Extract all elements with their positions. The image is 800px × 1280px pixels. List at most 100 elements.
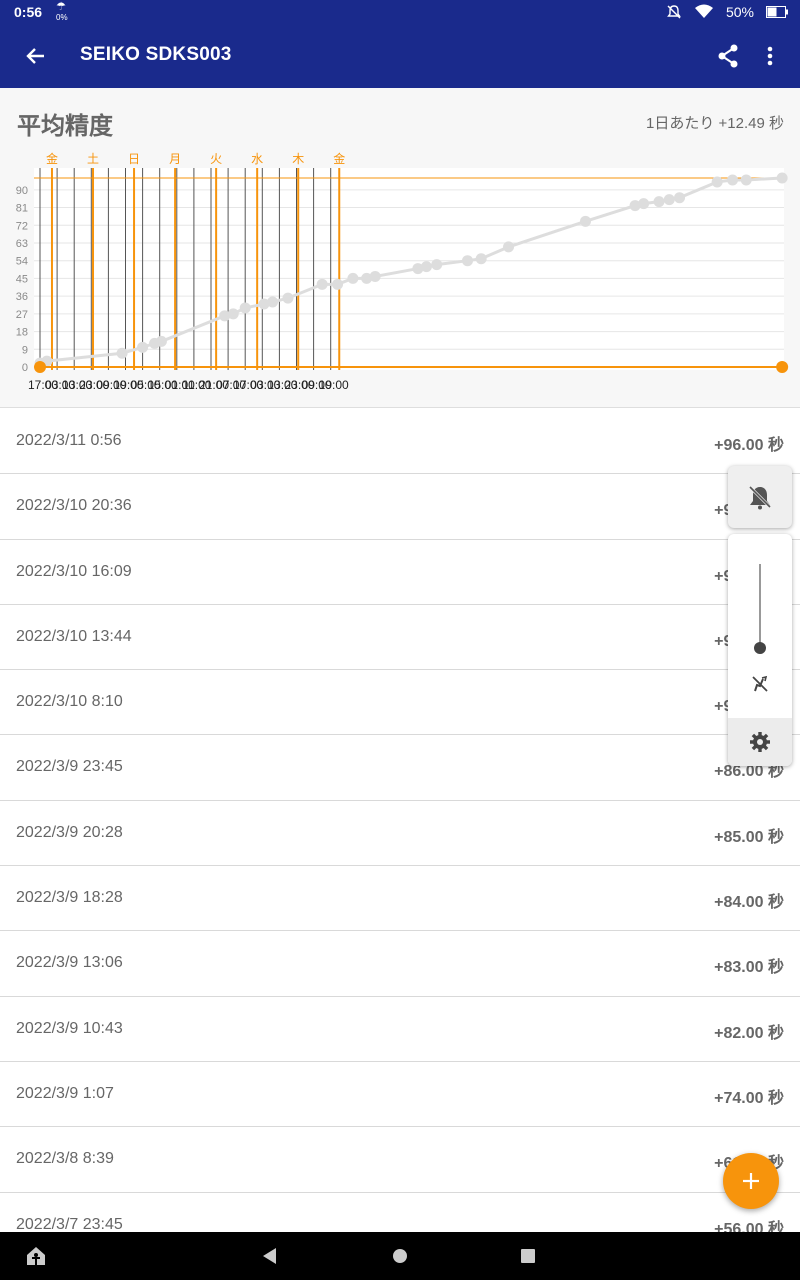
measurement-date: 2022/3/10 20:36 (16, 497, 132, 515)
measurement-deviation: +85.00 秒 (714, 828, 784, 846)
back-triangle-icon[interactable] (260, 1246, 280, 1266)
battery-percent: 50% (725, 4, 754, 20)
y-tick-label: 45 (16, 273, 28, 285)
data-point (579, 215, 591, 227)
volume-slider-track[interactable] (759, 564, 761, 648)
list-item[interactable]: 2022/3/10 13:44+94.00 秒 (0, 604, 800, 671)
data-point (137, 341, 149, 353)
measurement-date: 2022/3/10 8:10 (16, 693, 123, 711)
y-tick-label: 54 (16, 256, 28, 268)
volume-slider-thumb[interactable] (754, 642, 766, 654)
data-point (663, 194, 675, 206)
measurement-date: 2022/3/9 1:07 (16, 1084, 114, 1102)
data-point (369, 270, 381, 282)
more-options-button[interactable] (756, 40, 784, 72)
day-label: 火 (210, 152, 222, 166)
home-accessibility-icon[interactable] (24, 1244, 48, 1268)
day-label: 金 (333, 151, 345, 166)
data-point (674, 192, 686, 204)
y-tick-label: 27 (16, 309, 28, 321)
volume-slider-card (728, 534, 792, 766)
back-button[interactable] (20, 40, 52, 72)
add-measurement-button[interactable] (723, 1153, 779, 1209)
share-icon (718, 44, 738, 68)
day-label: 金 (46, 151, 58, 166)
mute-button[interactable] (728, 466, 792, 528)
measurement-date: 2022/3/9 13:06 (16, 954, 123, 972)
side-control-panel (728, 466, 792, 768)
accuracy-chart-panel: 0 9 18 27 36 45 54 63 72 81 90 17:00 03:00 13:00 23:00… (0, 88, 800, 408)
measurement-deviation: +82.00 秒 (714, 1024, 784, 1042)
data-point (239, 302, 251, 314)
y-tick-label: 72 (16, 220, 28, 232)
weather-precip: 0% (56, 13, 68, 22)
list-item[interactable]: 2022/3/9 23:45 +86.00 秒 (0, 735, 800, 801)
list-item[interactable]: 2022/3/10 8:10+94.00 秒 (0, 670, 800, 736)
y-tick-label: 63 (16, 238, 28, 250)
day-label: 木 (292, 152, 304, 166)
status-time: 0:56 (14, 4, 43, 20)
wifi-icon (694, 4, 713, 18)
daily-rate: 1日あたり +12.49 秒 (646, 115, 784, 132)
reference-end-point (776, 361, 789, 373)
measurement-date: 2022/3/9 10:43 (16, 1019, 123, 1037)
weather-icon: ☂ 0% (56, 2, 68, 23)
data-point (347, 272, 359, 284)
list-item[interactable]: 2022/3/9 20:28 +85.00 秒 (0, 800, 800, 867)
list-item[interactable]: 2022/3/10 16:09+95.00 秒 (0, 539, 800, 605)
measurement-date: 2022/3/10 16:09 (16, 562, 132, 580)
measurement-deviation: +84.00 秒 (714, 894, 784, 912)
data-point (776, 172, 788, 184)
data-point (332, 278, 344, 290)
data-point (727, 174, 739, 186)
measurement-list[interactable]: 2022/3/11 0:56 +96.00 秒 2022/3/10 20:36+95… (0, 409, 800, 1258)
data-point (740, 174, 752, 186)
status-indicators: 50% (666, 4, 788, 20)
accuracy-chart: 0918273645546372819017:0003:0013:0023:00… (16, 151, 789, 392)
recents-square-icon[interactable] (518, 1246, 538, 1266)
data-point (711, 176, 723, 188)
measurement-date: 2022/3/9 23:45 (16, 758, 123, 776)
list-item[interactable]: 2022/3/8 8:39+61.00 秒 (0, 1127, 800, 1193)
list-item[interactable]: 2022/3/11 0:56 +96.00 秒 (0, 409, 800, 475)
list-item[interactable]: 2022/3/9 18:28 +84.00 秒 (0, 866, 800, 932)
measurement-date: 2022/3/9 18:28 (16, 889, 123, 907)
data-point (653, 196, 665, 208)
measurement-deviation: +96.00 秒 (714, 437, 784, 454)
day-label: 月 (169, 152, 181, 166)
data-point (638, 198, 650, 210)
back-arrow-icon (26, 48, 44, 64)
more-vertical-icon (767, 46, 773, 66)
battery-icon (766, 6, 788, 18)
measurement-deviation: +74.00 秒 (714, 1089, 784, 1107)
measurement-date: 2022/3/10 13:44 (16, 627, 132, 645)
data-point (227, 308, 239, 320)
notifications-off-icon (667, 5, 681, 19)
data-point (316, 278, 328, 290)
list-item[interactable]: 2022/3/9 13:06 +83.00 秒 (0, 931, 800, 997)
y-tick-label: 9 (22, 344, 28, 356)
page-title: SEIKO SDKS003 (80, 44, 232, 65)
measurement-deviation: +83.00 秒 (714, 959, 784, 977)
data-point (431, 259, 443, 271)
y-tick-label: 18 (16, 327, 28, 339)
y-tick-label: 0 (22, 362, 28, 374)
share-button[interactable] (712, 40, 744, 72)
y-tick-label: 81 (16, 203, 28, 215)
vibrate-off-icon[interactable] (748, 672, 772, 696)
chart-title: 平均精度 (17, 113, 113, 140)
status-bar: 0:56 ☂ 0% 50% (0, 0, 800, 24)
settings-button[interactable] (728, 718, 792, 766)
bell-off-icon (748, 485, 772, 510)
list-item[interactable]: 2022/3/9 10:43 +82.00 秒 (0, 996, 800, 1062)
list-item[interactable]: 2022/3/9 1:07 +74.00 秒 (0, 1061, 800, 1128)
data-point (267, 296, 279, 308)
list-item[interactable]: 2022/3/10 20:36+95.00 秒 (0, 474, 800, 540)
system-nav-bar (0, 1232, 800, 1280)
data-point (475, 253, 487, 265)
gear-icon (750, 732, 770, 752)
home-circle-icon[interactable] (390, 1246, 410, 1266)
data-point (155, 335, 167, 347)
data-point (420, 261, 432, 273)
y-tick-label: 36 (16, 291, 28, 303)
